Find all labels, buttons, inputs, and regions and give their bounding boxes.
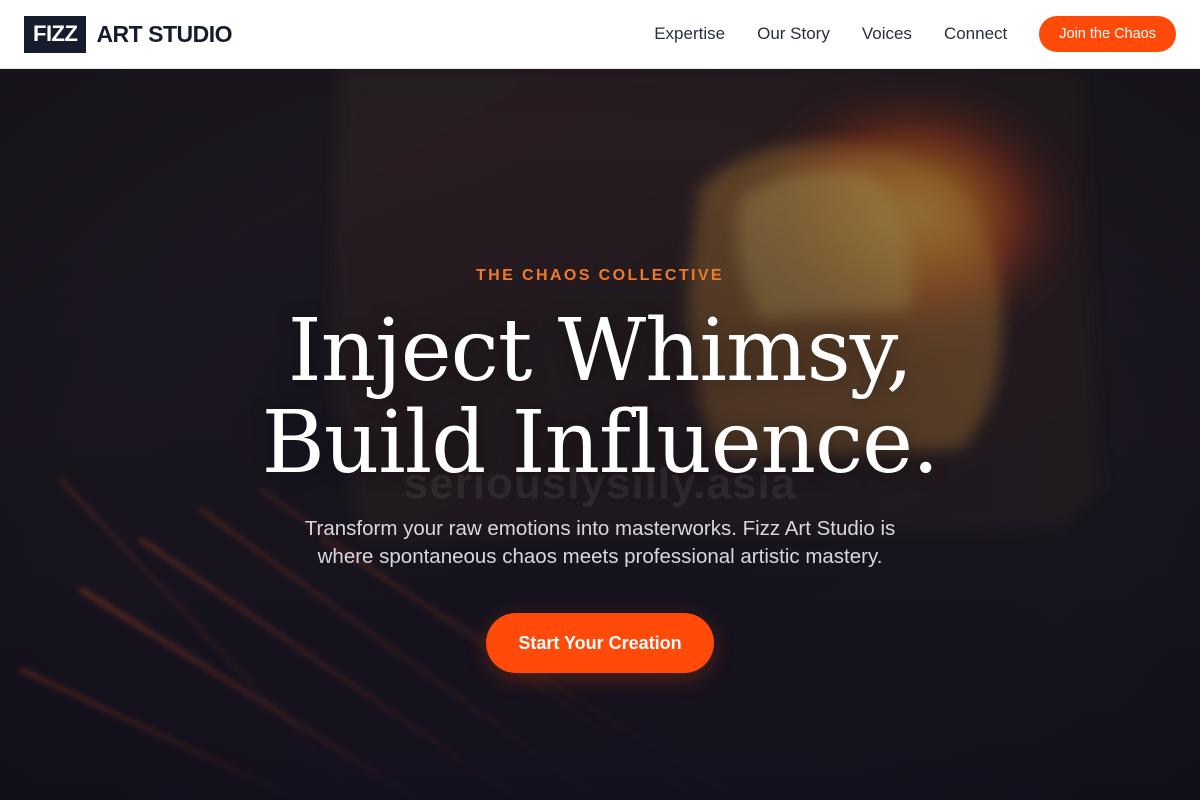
primary-nav: Expertise Our Story Voices Connect Join … <box>622 16 1176 52</box>
nav-link-connect[interactable]: Connect <box>944 24 1007 44</box>
logo-wordmark: ART STUDIO <box>96 20 232 47</box>
nav-link-our-story[interactable]: Our Story <box>757 24 830 44</box>
headline-line-2: Build Influence. <box>261 393 940 493</box>
top-navbar: FIZZ ART STUDIO Expertise Our Story Voic… <box>0 0 1200 69</box>
logo-mark: FIZZ <box>24 15 87 53</box>
hero-section: seriouslysilly.asia THE CHAOS COLLECTIVE… <box>0 69 1200 800</box>
hero-subtitle: Transform your raw emotions into masterw… <box>304 517 896 568</box>
join-the-chaos-button[interactable]: Join the Chaos <box>1039 16 1176 52</box>
hero-headline: Inject Whimsy, Build Influence. <box>261 301 940 493</box>
brand-logo[interactable]: FIZZ ART STUDIO <box>24 15 232 53</box>
hero-content: THE CHAOS COLLECTIVE Inject Whimsy, Buil… <box>0 69 1200 800</box>
hero-eyebrow: THE CHAOS COLLECTIVE <box>475 267 724 284</box>
headline-line-1: Inject Whimsy, <box>287 301 913 401</box>
nav-link-expertise[interactable]: Expertise <box>654 24 725 44</box>
start-your-creation-button[interactable]: Start Your Creation <box>486 613 714 673</box>
nav-link-voices[interactable]: Voices <box>862 24 912 44</box>
